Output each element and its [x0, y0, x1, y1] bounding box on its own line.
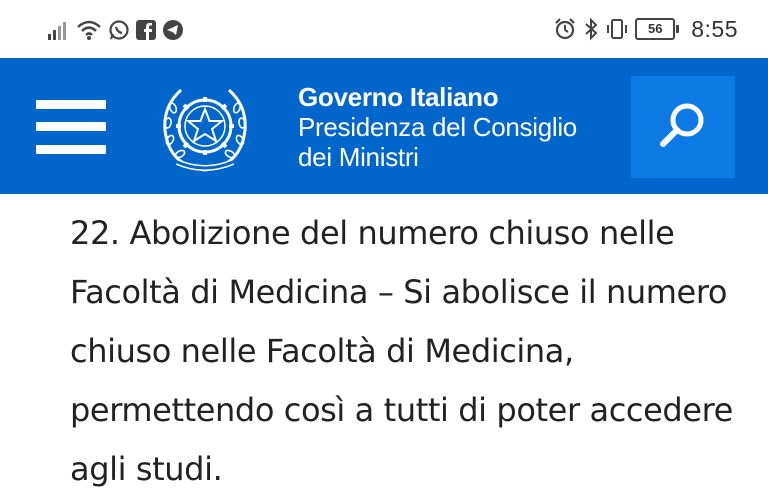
menu-line [36, 145, 106, 154]
status-clock: 8:55 [691, 15, 738, 42]
site-title-block[interactable]: Governo Italiano Presidenza del Consigli… [298, 82, 577, 172]
facebook-icon [136, 20, 156, 40]
vibrate-icon [605, 17, 629, 41]
menu-line [36, 122, 106, 131]
search-button[interactable] [631, 76, 735, 178]
italian-republic-emblem-icon[interactable] [155, 78, 255, 178]
search-icon [654, 96, 712, 159]
menu-line [36, 100, 106, 109]
signal-icon [48, 20, 70, 40]
battery-indicator: 56 [635, 18, 680, 40]
article-paragraph: 22. Abolizione del numero chiuso nelle F… [70, 214, 733, 488]
status-bar-left [48, 17, 184, 43]
bluetooth-icon [583, 17, 599, 41]
alarm-icon [553, 17, 577, 41]
status-bar-right: 56 8:55 [553, 14, 738, 44]
hamburger-menu-button[interactable] [36, 100, 106, 154]
site-title: Governo Italiano [298, 82, 499, 112]
article-body: 22. Abolizione del numero chiuso nelle F… [70, 204, 760, 499]
battery-level: 56 [635, 18, 676, 40]
wifi-icon [76, 19, 102, 41]
site-header: Governo Italiano Presidenza del Consigli… [0, 58, 768, 194]
site-subtitle-line-2: dei Ministri [298, 142, 419, 172]
battery-tip [676, 25, 680, 33]
status-bar: 56 8:55 [0, 0, 768, 58]
telegram-icon [162, 19, 184, 41]
site-subtitle-line-1: Presidenza del Consiglio [298, 112, 577, 142]
whatsapp-icon [108, 19, 130, 41]
